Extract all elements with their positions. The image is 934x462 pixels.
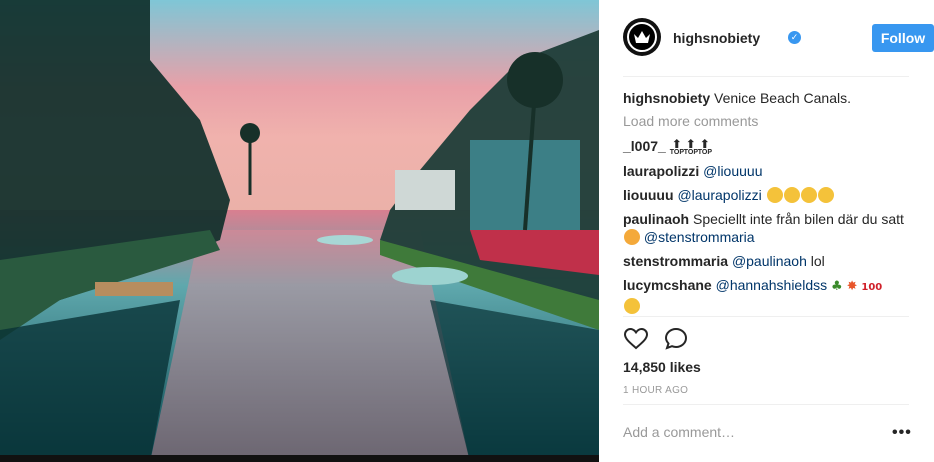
smiley-emoji <box>800 186 817 203</box>
top-arrow-emoji: ⬆ TOP <box>697 136 712 156</box>
post-username[interactable]: highsnobiety <box>673 30 760 46</box>
post-photo[interactable] <box>0 0 599 462</box>
comment-mention[interactable]: @stenstrommaria <box>644 229 755 245</box>
comment-item: _l007_ ⬆ TOP ⬆ TOP ⬆ TOP <box>623 137 913 156</box>
comment-mention[interactable]: @liouuuu <box>703 163 762 179</box>
collision-emoji: ✸ <box>846 278 858 294</box>
comment-item: liouuuu @laurapolizzi <box>623 186 913 204</box>
palm-tree-emoji: ♣ <box>831 278 843 294</box>
crown-logo-icon <box>634 31 650 43</box>
comment-mention[interactable]: @paulinaoh <box>732 253 807 269</box>
comment-username[interactable]: liouuuu <box>623 187 674 203</box>
top-arrow-emoji: ⬆ TOP <box>683 136 698 156</box>
post-sidebar: highsnobiety ✓ Follow highsnobiety Venic… <box>599 0 934 462</box>
likes-count[interactable]: 14,850 likes <box>623 359 701 375</box>
comment-username[interactable]: paulinaoh <box>623 211 689 227</box>
comment-item: stenstrommaria @paulinaoh lol <box>623 252 913 270</box>
divider <box>623 404 909 405</box>
load-more-comments-link[interactable]: Load more comments <box>623 113 913 129</box>
verified-icon: ✓ <box>788 31 801 44</box>
follow-button[interactable]: Follow <box>872 24 934 52</box>
comment-mention[interactable]: @hannahshieldss <box>716 277 828 293</box>
comment-username[interactable]: laurapolizzi <box>623 163 699 179</box>
post-header: highsnobiety ✓ Follow <box>623 16 934 60</box>
hundred-emoji: 100 <box>861 281 883 293</box>
comment-text: Speciellt inte från bilen där du satt <box>693 210 904 227</box>
comment-username[interactable]: lucymcshane <box>623 277 712 293</box>
top-arrow-emoji: ⬆ TOP <box>669 136 684 156</box>
smiley-emoji <box>817 186 834 203</box>
caption-text: Venice Beach Canals. <box>714 90 851 106</box>
tired-face-emoji <box>624 297 640 314</box>
smiley-emoji <box>783 186 800 203</box>
post-timestamp[interactable]: 1 HOUR AGO <box>623 385 688 396</box>
heart-icon[interactable] <box>623 326 649 352</box>
comment-icon[interactable] <box>663 326 689 352</box>
comment-item: paulinaoh Speciellt inte från bilen där … <box>623 210 913 246</box>
add-comment-input[interactable]: Add a comment… <box>623 424 873 440</box>
divider <box>623 316 909 317</box>
divider <box>623 76 909 77</box>
comment-item: laurapolizzi @liouuuu <box>623 162 913 180</box>
smiley-emoji <box>766 186 783 203</box>
comment-username[interactable]: stenstrommaria <box>623 253 728 269</box>
more-options-icon[interactable]: ••• <box>892 424 912 442</box>
comment-item: lucymcshane @hannahshieldss ♣ ✸ 100 <box>623 276 913 315</box>
kiss-emoji <box>624 228 640 245</box>
comment-text: lol <box>810 252 825 269</box>
caption-username[interactable]: highsnobiety <box>623 90 710 106</box>
comment-username[interactable]: _l007_ <box>623 138 666 154</box>
comment-mention[interactable]: @laurapolizzi <box>677 187 761 203</box>
caption: highsnobiety Venice Beach Canals. <box>623 89 913 107</box>
avatar[interactable] <box>623 18 661 56</box>
comments-list: highsnobiety Venice Beach Canals. Load m… <box>623 89 913 321</box>
